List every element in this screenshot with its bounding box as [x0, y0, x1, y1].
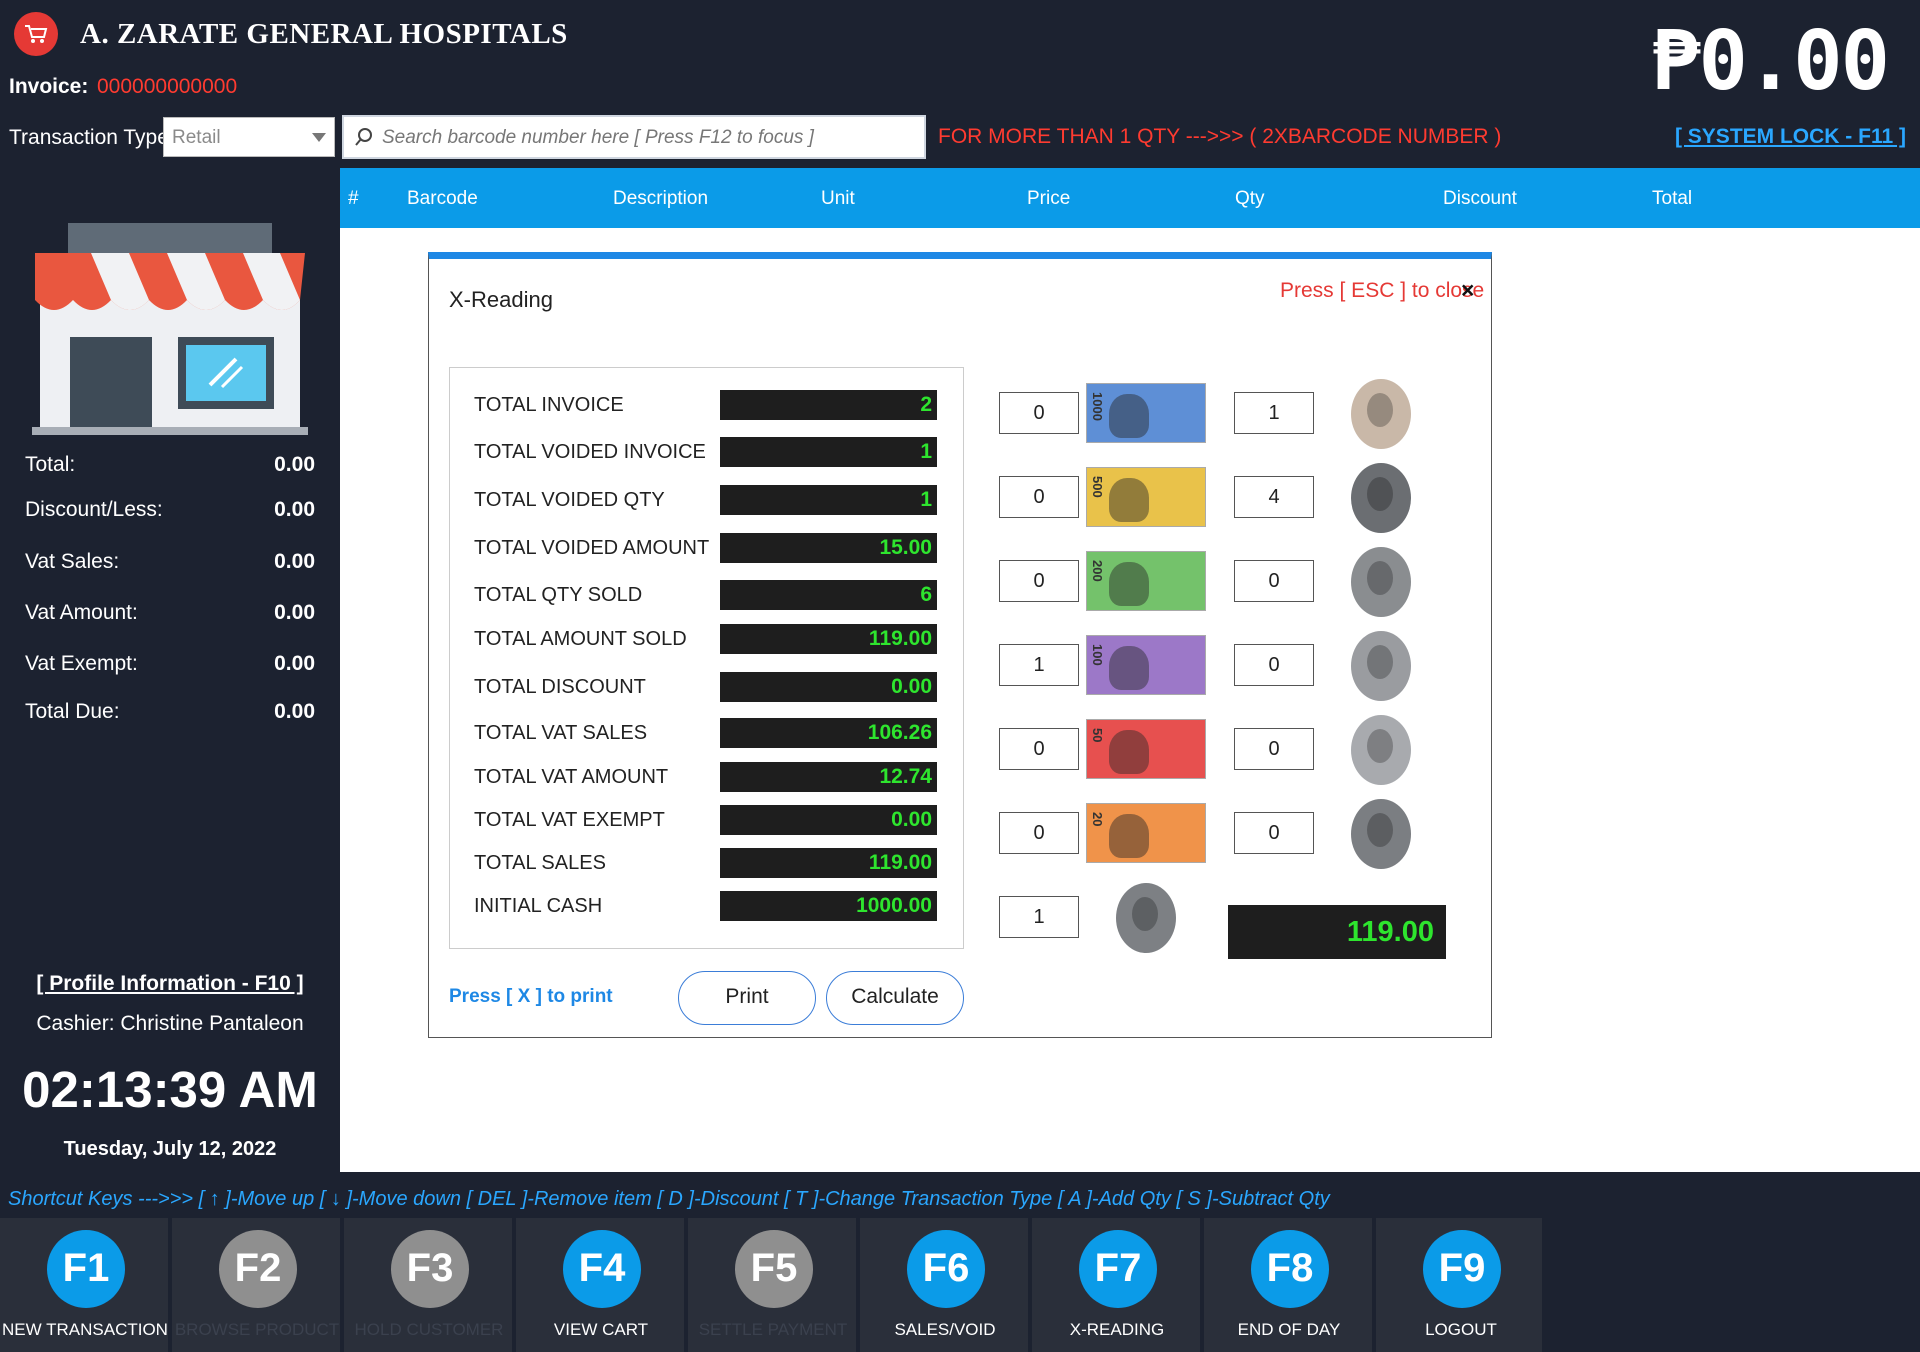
coin-1-alt-icon: [1351, 547, 1411, 617]
coin-10-icon-right: [1351, 631, 1411, 701]
bill-50-count[interactable]: 0: [999, 728, 1079, 770]
search-icon: [354, 127, 374, 153]
col-total: Total: [1652, 188, 1693, 209]
stat-total-amount-sold: TOTAL AMOUNT SOLD 119.00: [450, 624, 965, 656]
footer-filler: [1542, 1218, 1920, 1352]
shortcut-keys-hint: Shortcut Keys --->>> [ ↑ ]-Move up [ ↓ ]…: [8, 1188, 1330, 1210]
stat-total-vat-amount: TOTAL VAT AMOUNT 12.74: [450, 762, 965, 794]
f4-view-cart-button[interactable]: F4 VIEW CART: [516, 1218, 686, 1352]
transaction-type-select[interactable]: Retail: [163, 117, 335, 157]
stat-total-qty-sold: TOTAL QTY SOLD 6: [450, 580, 965, 612]
cash-total-display: 119.00: [1228, 905, 1446, 959]
system-lock-link[interactable]: [ SYSTEM LOCK - F11 ]: [1675, 125, 1906, 149]
bill-500-icon: 500: [1086, 467, 1206, 527]
col-unit: Unit: [821, 188, 855, 209]
coin-10-count[interactable]: 0: [1234, 644, 1314, 686]
coin-1-new-count[interactable]: 0: [1234, 812, 1314, 854]
f8-end-of-day-button[interactable]: F8 END OF DAY: [1204, 1218, 1374, 1352]
summary-vat-amount: Vat Amount: 0.00: [25, 601, 315, 624]
invoice-label: Invoice:: [9, 75, 89, 98]
f2-browse-product-button[interactable]: F2 BROWSE PRODUCT: [172, 1218, 342, 1352]
cart-table-header: # Barcode Description Unit Price Qty Dis…: [340, 168, 1920, 228]
cart-logo-icon: [14, 12, 58, 56]
transaction-type-label: Transaction Type:: [9, 126, 175, 149]
coin-25c-count[interactable]: 0: [1234, 728, 1314, 770]
coin-1-new-icon: [1351, 799, 1411, 869]
close-icon[interactable]: ×: [1461, 277, 1474, 304]
modal-title: X-Reading: [449, 287, 553, 312]
profile-information-link[interactable]: [ Profile Information - F10 ]: [0, 972, 340, 996]
stat-total-voided-qty: TOTAL VOIDED QTY 1: [450, 485, 965, 517]
f1-new-transaction-button[interactable]: F1 NEW TRANSACTION: [0, 1218, 170, 1352]
stat-total-discount: TOTAL DISCOUNT 0.00: [450, 672, 965, 704]
cashier-name: Cashier: Christine Pantaleon: [36, 1012, 304, 1035]
col-qty: Qty: [1235, 188, 1265, 209]
bill-1000-count[interactable]: 0: [999, 392, 1079, 434]
transaction-type-value: Retail: [172, 127, 221, 148]
stats-panel: TOTAL INVOICE 2 TOTAL VOIDED INVOICE 1 TOT…: [449, 367, 964, 949]
coin-10-bottom-count[interactable]: 1: [999, 896, 1079, 938]
bill-50-icon: 50: [1086, 719, 1206, 779]
col-number: #: [348, 188, 359, 209]
current-date: Tuesday, July 12, 2022: [63, 1138, 277, 1160]
calculate-button[interactable]: Calculate: [826, 971, 964, 1025]
print-button[interactable]: Print: [678, 971, 816, 1025]
stat-total-voided-invoice: TOTAL VOIDED INVOICE 1: [450, 437, 965, 469]
app-title: A. ZARATE GENERAL HOSPITALS: [80, 18, 568, 50]
col-description: Description: [613, 188, 709, 209]
f6-sales-void-button[interactable]: F6 SALES/VOID: [860, 1218, 1030, 1352]
summary-vat-sales: Vat Sales: 0.00: [25, 550, 315, 573]
x-reading-modal: X-Reading Press [ ESC ] to close × TOTAL…: [428, 252, 1492, 1038]
store-icon: [30, 195, 310, 440]
function-key-bar: F1 NEW TRANSACTION F2 BROWSE PRODUCT F3 HOL…: [0, 1218, 1920, 1352]
chevron-down-icon: [312, 133, 326, 142]
qty-hint: FOR MORE THAN 1 QTY --->>> ( 2XBARCODE N…: [938, 125, 1502, 148]
f3-hold-customer-button[interactable]: F3 HOLD CUSTOMER: [344, 1218, 514, 1352]
coin-1-alt-count[interactable]: 0: [1234, 560, 1314, 602]
print-hint: Press [ X ] to print: [449, 986, 613, 1007]
stat-total-vat-sales: TOTAL VAT SALES 106.26: [450, 718, 965, 750]
search-placeholder: Search barcode number here [ Press F12 t…: [382, 127, 814, 148]
col-price: Price: [1027, 188, 1071, 209]
stat-total-voided-amount: TOTAL VOIDED AMOUNT 15.00: [450, 533, 965, 565]
coin-5-icon: [1351, 379, 1411, 449]
coin-5-count[interactable]: 1: [1234, 392, 1314, 434]
bill-20-count[interactable]: 0: [999, 812, 1079, 854]
col-barcode: Barcode: [407, 188, 478, 209]
bill-1000-icon: 1000: [1086, 383, 1206, 443]
f9-logout-button[interactable]: F9 LOGOUT: [1376, 1218, 1546, 1352]
bill-200-icon: 200: [1086, 551, 1206, 611]
col-discount: Discount: [1443, 188, 1517, 209]
coin-1-icon: [1351, 463, 1411, 533]
clock: 02:13:39 AM: [22, 1061, 318, 1118]
summary-total: Total: 0.00: [25, 453, 315, 476]
esc-hint: Press [ ESC ] to close: [1280, 279, 1485, 302]
stat-total-vat-exempt: TOTAL VAT EXEMPT 0.00: [450, 805, 965, 837]
coin-25-centavo-icon: [1351, 715, 1411, 785]
f7-x-reading-button[interactable]: F7 X-READING: [1032, 1218, 1202, 1352]
stat-total-sales: TOTAL SALES 119.00: [450, 848, 965, 880]
bill-200-count[interactable]: 0: [999, 560, 1079, 602]
summary-total-due: Total Due: 0.00: [25, 700, 315, 723]
stat-total-invoice: TOTAL INVOICE 2: [450, 390, 965, 422]
bill-100-count[interactable]: 1: [999, 644, 1079, 686]
coin-1-count[interactable]: 4: [1234, 476, 1314, 518]
bill-100-icon: 100: [1086, 635, 1206, 695]
f5-settle-payment-button[interactable]: F5 SETTLE PAYMENT: [688, 1218, 858, 1352]
barcode-search-input[interactable]: Search barcode number here [ Press F12 t…: [342, 115, 926, 159]
bill-20-icon: 20: [1086, 803, 1206, 863]
invoice-number: 000000000000: [97, 75, 238, 98]
summary-discount: Discount/Less: 0.00: [25, 498, 315, 521]
grand-total-amount: ₱0.00: [1651, 14, 1890, 109]
bill-500-count[interactable]: 0: [999, 476, 1079, 518]
summary-vat-exempt: Vat Exempt: 0.00: [25, 652, 315, 675]
coin-10-icon: [1116, 883, 1176, 953]
stat-initial-cash: INITIAL CASH 1000.00: [450, 891, 965, 923]
